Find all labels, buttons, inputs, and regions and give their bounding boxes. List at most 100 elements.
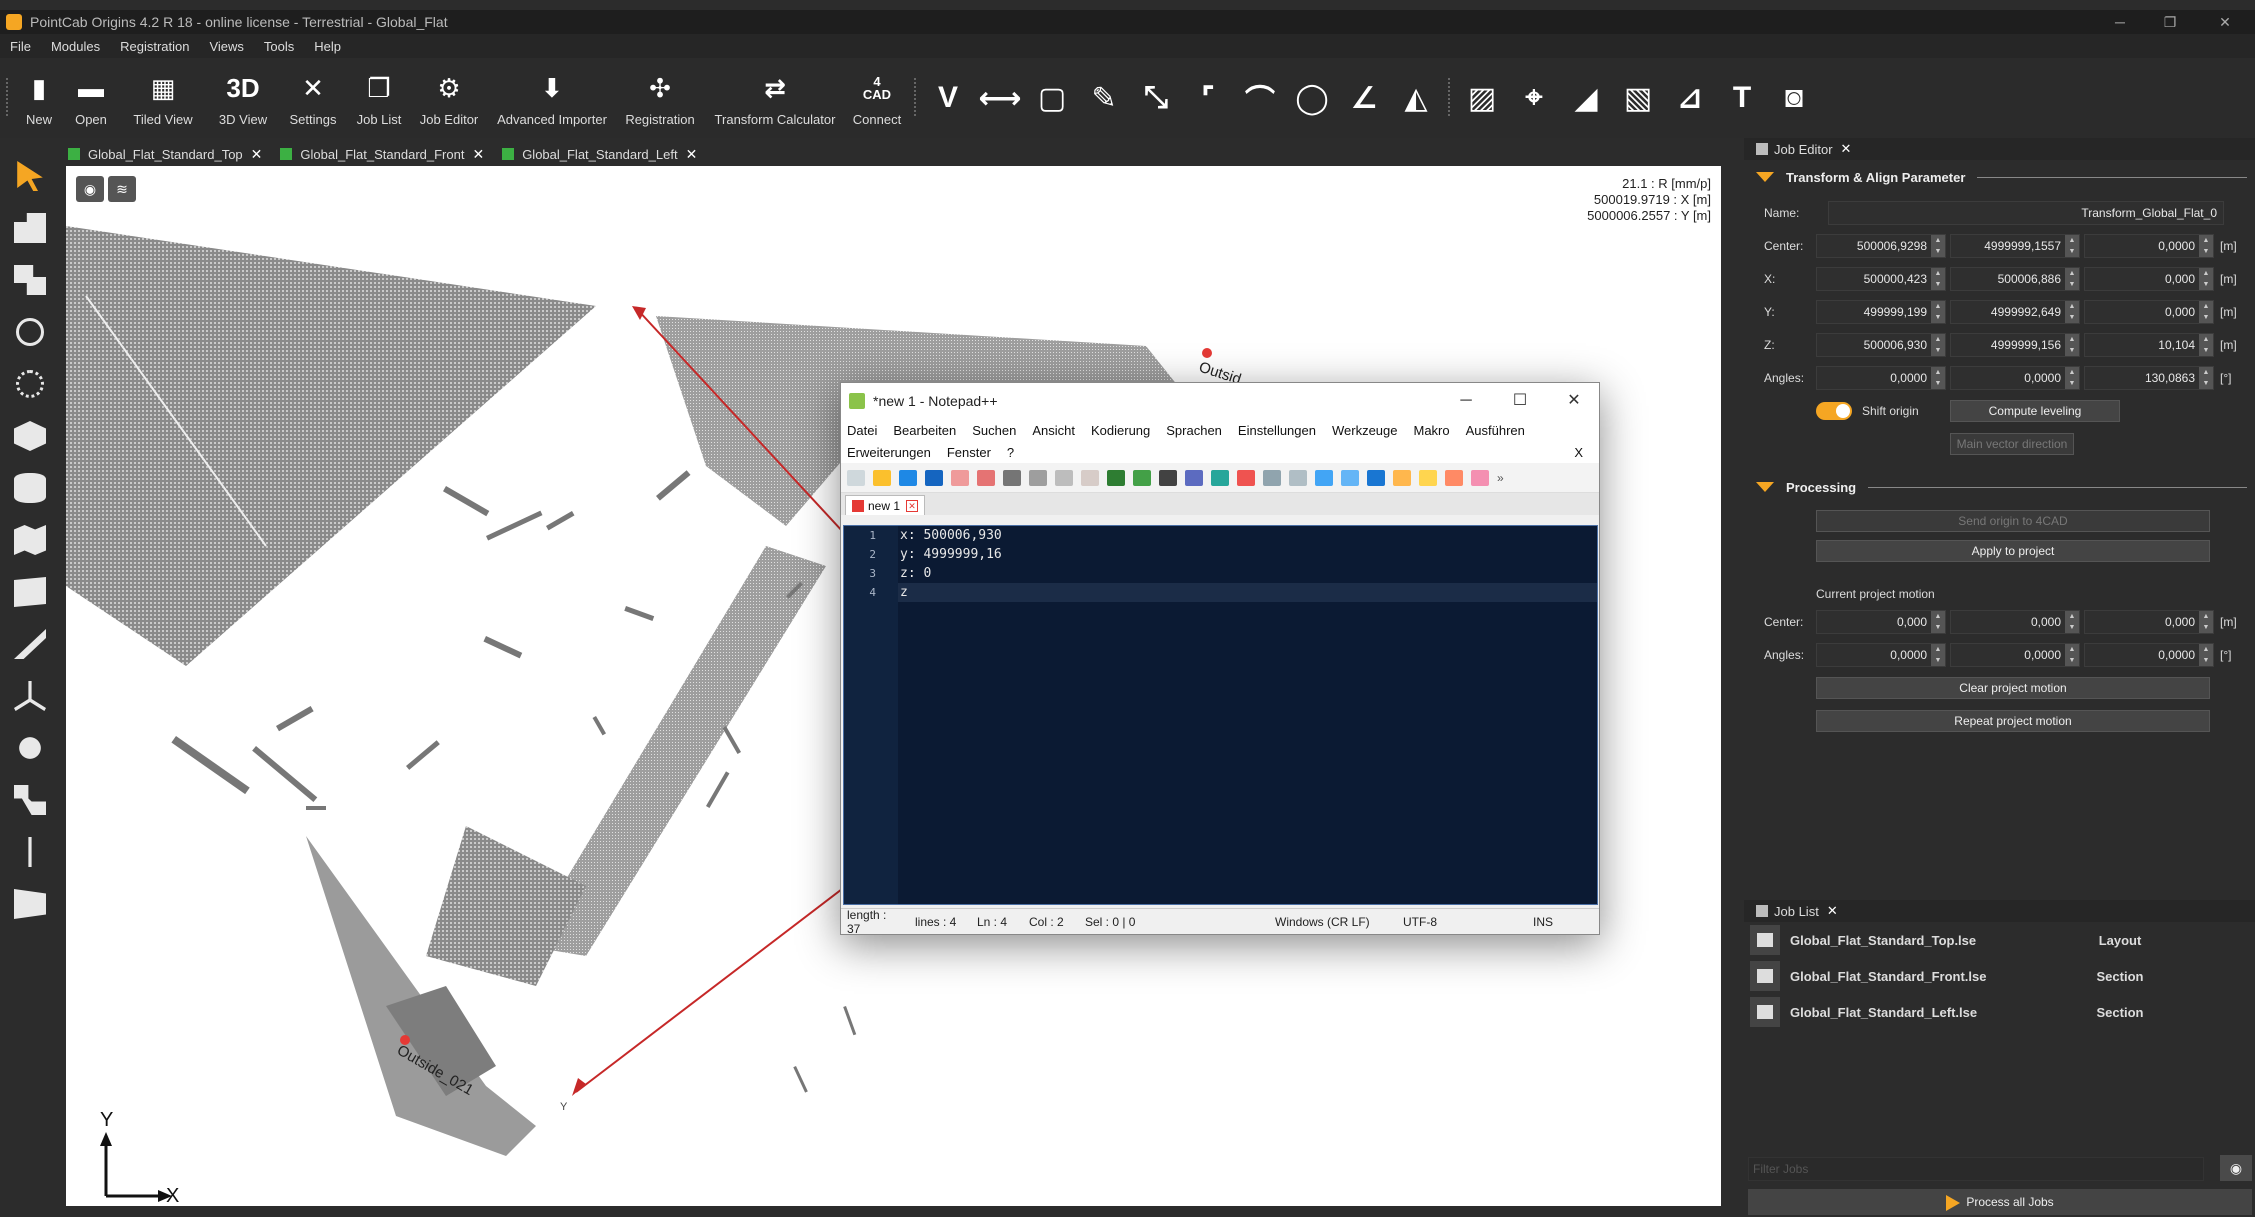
job-editor-button[interactable]: ⚙ Job Editor	[410, 58, 488, 138]
indent-guide-icon[interactable]	[1367, 469, 1385, 486]
spin-arrows-icon[interactable]: ▲ ▼	[2199, 300, 2213, 323]
menu-views[interactable]: Views	[199, 39, 253, 54]
zoom-out-icon[interactable]	[1237, 469, 1255, 486]
npp-menu-ansicht[interactable]: Ansicht	[1032, 423, 1075, 438]
job-list-button[interactable]: ❐ Job List	[348, 58, 410, 138]
npp-menu-bearbeiten[interactable]: Bearbeiten	[893, 423, 956, 438]
measure-angle-tool-icon[interactable]: ⊿	[1664, 58, 1716, 138]
motion-center-x-field[interactable]: 0,000 ▲ ▼	[1816, 609, 1946, 634]
main-vector-button[interactable]: Main vector direction	[1950, 432, 2074, 455]
menu-tools[interactable]: Tools	[254, 39, 304, 54]
motion-center-y-field[interactable]: 0,000 ▲ ▼	[1950, 609, 2080, 634]
menu-modules[interactable]: Modules	[41, 39, 110, 54]
image-tool-icon[interactable]: ▨	[1456, 58, 1508, 138]
send-origin-button[interactable]: Send origin to 4CAD	[1816, 509, 2210, 532]
clear-project-motion-button[interactable]: Clear project motion	[1816, 676, 2210, 699]
spin-arrows-icon[interactable]: ▲ ▼	[1931, 610, 1945, 633]
job-editor-tab[interactable]: Job Editor ✕	[1744, 138, 2255, 160]
spin-arrows-icon[interactable]: ▲ ▼	[2065, 366, 2079, 389]
rectangle-tool-icon[interactable]: ▢	[1026, 58, 1078, 138]
npp-tab-new1[interactable]: new 1 ✕	[845, 495, 926, 515]
angle-2-field[interactable]: 0,0000 ▲ ▼	[1950, 365, 2080, 390]
sync-vertical-icon[interactable]	[1263, 469, 1281, 486]
x-3-field[interactable]: 0,000 ▲ ▼	[2084, 266, 2214, 291]
cylinder-icon[interactable]	[0, 462, 60, 514]
settings-button[interactable]: ✕ Settings	[278, 58, 348, 138]
diagonal-tool-icon[interactable]: ⤡	[1130, 58, 1182, 138]
x-1-field[interactable]: 500000,423 ▲ ▼	[1816, 266, 1946, 291]
show-all-chars-icon[interactable]	[1341, 469, 1359, 486]
spin-arrows-icon[interactable]: ▲ ▼	[2199, 234, 2213, 257]
spin-arrows-icon[interactable]: ▲ ▼	[1931, 300, 1945, 323]
corner-tool-icon[interactable]: ⌜	[1182, 58, 1234, 138]
y-1-field[interactable]: 499999,199 ▲ ▼	[1816, 299, 1946, 324]
screen-icon[interactable]	[0, 878, 60, 930]
new-button[interactable]: ▮ New	[14, 58, 64, 138]
menu-file[interactable]: File	[0, 39, 41, 54]
terrain-tool-icon[interactable]: ◭	[1390, 58, 1442, 138]
find-icon[interactable]	[1159, 469, 1177, 486]
text-tool-icon[interactable]: T	[1716, 58, 1768, 138]
sphere-grid-icon[interactable]	[0, 358, 60, 410]
close-tab-icon[interactable]: ✕	[251, 146, 263, 163]
filter-jobs-input[interactable]: Filter Jobs	[1748, 1157, 2204, 1181]
tiled-view-button[interactable]: ▦ Tiled View	[118, 58, 208, 138]
process-all-jobs-button[interactable]: Process all Jobs	[1748, 1189, 2252, 1215]
npp-menu-ausfuehren[interactable]: Ausführen	[1466, 423, 1525, 438]
tab-standard-front[interactable]: Global_Flat_Standard_Front ✕	[280, 146, 484, 163]
apply-to-project-button[interactable]: Apply to project	[1816, 540, 2210, 562]
split-icon[interactable]	[0, 826, 60, 878]
spin-arrows-icon[interactable]: ▲ ▼	[2065, 234, 2079, 257]
notepad-minimize-button[interactable]: ─	[1443, 383, 1489, 419]
tab-standard-top[interactable]: Global_Flat_Standard_Top ✕	[68, 146, 262, 163]
connect-4cad-button[interactable]: 4 CAD Connect	[846, 58, 908, 138]
z-1-field[interactable]: 500006,930 ▲ ▼	[1816, 332, 1946, 357]
close-job-editor-icon[interactable]: ✕	[1841, 141, 1852, 157]
print-icon[interactable]	[1003, 469, 1021, 486]
compute-leveling-button[interactable]: Compute leveling	[1950, 399, 2120, 422]
open-file-icon[interactable]	[873, 469, 891, 486]
restore-button[interactable]: ❐	[2140, 10, 2200, 34]
sun-icon[interactable]	[0, 722, 60, 774]
npp-tab-close-icon[interactable]: ✕	[906, 499, 919, 512]
doc-map-icon[interactable]	[1393, 469, 1411, 486]
motion-angle-1-field[interactable]: 0,0000 ▲ ▼	[1816, 642, 1946, 667]
points-icon[interactable]	[0, 618, 60, 670]
spin-arrows-icon[interactable]: ▲ ▼	[1931, 333, 1945, 356]
spin-arrows-icon[interactable]: ▲ ▼	[2065, 333, 2079, 356]
transform-calculator-button[interactable]: ⇄ Transform Calculator	[704, 58, 846, 138]
transform-section-header[interactable]: Transform & Align Parameter	[1744, 160, 2255, 194]
save-all-icon[interactable]	[925, 469, 943, 486]
npp-menu-werkzeuge[interactable]: Werkzeuge	[1332, 423, 1398, 438]
shift-origin-toggle[interactable]	[1816, 401, 1852, 420]
center-z-field[interactable]: 0,0000 ▲ ▼	[2084, 233, 2214, 258]
notepad-maximize-button[interactable]: ☐	[1497, 383, 1543, 419]
angle-1-field[interactable]: 0,0000 ▲ ▼	[1816, 365, 1946, 390]
motion-angle-3-field[interactable]: 0,0000 ▲ ▼	[2084, 642, 2214, 667]
npp-menu-help[interactable]: ?	[1007, 445, 1014, 460]
npp-menu-makro[interactable]: Makro	[1414, 423, 1450, 438]
angle-3-field[interactable]: 130,0863 ▲ ▼	[2084, 365, 2214, 390]
redo-icon[interactable]	[1133, 469, 1151, 486]
macro-record-icon[interactable]	[1445, 469, 1463, 486]
registration-button[interactable]: ✣ Registration	[616, 58, 704, 138]
select-pointer-icon[interactable]	[0, 150, 60, 202]
circle-tool-icon[interactable]: ◯	[1286, 58, 1338, 138]
job-row[interactable]: Global_Flat_Standard_Left.lse Section	[1744, 994, 2255, 1030]
function-list-icon[interactable]	[1419, 469, 1437, 486]
spin-arrows-icon[interactable]: ▲ ▼	[2065, 267, 2079, 290]
undo-icon[interactable]	[1107, 469, 1125, 486]
3d-view-button[interactable]: 3D 3D View	[208, 58, 278, 138]
spin-arrows-icon[interactable]: ▲ ▼	[2065, 300, 2079, 323]
slope-tool-icon[interactable]: ◢	[1560, 58, 1612, 138]
motion-angle-2-field[interactable]: 0,0000 ▲ ▼	[1950, 642, 2080, 667]
flag-icon[interactable]	[0, 566, 60, 618]
processing-section-header[interactable]: Processing	[1744, 470, 2255, 504]
sync-horizontal-icon[interactable]	[1289, 469, 1307, 486]
open-button[interactable]: ▬ Open	[64, 58, 118, 138]
v-tool-icon[interactable]: V	[922, 58, 974, 138]
y-3-field[interactable]: 0,000 ▲ ▼	[2084, 299, 2214, 324]
z-2-field[interactable]: 4999999,156 ▲ ▼	[1950, 332, 2080, 357]
menu-help[interactable]: Help	[304, 39, 351, 54]
hatch-tool-icon[interactable]: ▧	[1612, 58, 1664, 138]
